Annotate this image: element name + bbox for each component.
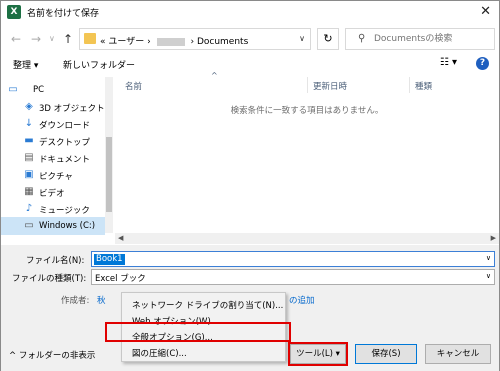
breadcrumb-overflow[interactable]: « [100,37,106,47]
pc-icon: ▭ [8,84,18,95]
video-icon: ▦ [24,186,34,197]
help-icon[interactable]: ? [476,57,489,70]
document-icon: ▤ [24,152,34,163]
column-header-type[interactable]: 種類 [415,80,432,92]
search-input[interactable] [374,32,489,46]
recent-dropdown-icon[interactable]: ∨ [49,34,55,43]
breadcrumb-separator: › [190,37,195,47]
nav-item-pc[interactable]: ▭ PC [1,81,105,99]
nav-item-label: ドキュメント [39,155,91,165]
chevron-up-icon: ^ [9,351,17,361]
nav-item-label: デスクトップ [39,138,91,148]
nav-item-documents[interactable]: ▤ ドキュメント [1,149,105,167]
nav-item-label: PC [33,85,45,95]
author-label: 作成者: [61,296,90,306]
back-arrow-icon[interactable]: ← [11,32,21,46]
scrollbar-thumb[interactable] [106,137,112,212]
horizontal-scrollbar[interactable]: ◀ ▶ [115,233,499,244]
breadcrumb-documents[interactable]: Documents [197,37,248,47]
filetype-value: Excel ブック [95,274,146,284]
nav-item-music[interactable]: ♪ ミュージック [1,200,105,218]
nav-item-label: ピクチャ [39,172,73,182]
save-as-dialog: X 名前を付けて保存 ✕ ← → ∨ ↑ « ユーザー › › Document… [0,0,500,371]
chevron-down-icon[interactable]: ∨ [299,34,305,43]
author-value[interactable]: 秋 [97,294,106,306]
nav-scrollbar[interactable] [105,77,113,233]
hide-folders-toggle[interactable]: ^ フォルダーの非表示 [9,349,95,361]
nav-item-videos[interactable]: ▦ ビデオ [1,183,105,201]
add-tag-link[interactable]: の追加 [289,294,315,306]
view-options-icon[interactable]: ☷ ▾ [440,57,457,68]
nav-item-windows-c[interactable]: ▭ Windows (C:) [1,217,105,235]
forward-arrow-icon[interactable]: → [31,32,41,46]
nav-item-label: Windows (C:) [39,221,96,231]
sort-up-icon: ^ [211,71,218,80]
nav-item-label: ダウンロード [39,121,91,131]
search-icon: ⚲ [358,33,366,44]
filetype-select[interactable]: Excel ブック ∨ [91,269,495,285]
nav-item-downloads[interactable]: ↓ ダウンロード [1,115,105,133]
refresh-button[interactable]: ↻ [317,28,339,50]
title-bar: X 名前を付けて保存 ✕ [1,1,499,23]
close-button[interactable]: ✕ [480,4,491,19]
drive-icon: ▭ [24,220,34,231]
filetype-label: ファイルの種類(T): [12,274,87,284]
empty-message: 検索条件に一致する項目はありません。 [230,106,384,116]
organize-button[interactable]: 整理 ▾ [13,58,38,71]
download-icon: ↓ [24,118,34,129]
folder-icon [84,33,96,44]
column-header-modified[interactable]: 更新日時 [313,80,347,92]
nav-item-desktop[interactable]: ▬ デスクトップ [1,132,105,150]
chevron-down-icon[interactable]: ∨ [486,254,491,262]
toolbar: 整理 ▾ 新しいフォルダー ☷ ▾ ? [1,54,499,74]
nav-item-label: 3D オブジェクト [39,104,105,114]
new-folder-button[interactable]: 新しいフォルダー [63,58,135,71]
chevron-down-icon[interactable]: ∨ [486,272,491,280]
search-box[interactable]: ⚲ [345,28,495,50]
pictures-icon: ▣ [24,169,34,180]
filename-label: ファイル名(N): [26,256,85,266]
desktop-icon: ▬ [24,135,34,146]
scroll-left-icon[interactable]: ◀ [118,234,123,242]
nav-item-3d-objects[interactable]: ◈ 3D オブジェクト [1,98,105,116]
nav-item-label: ビデオ [39,189,65,199]
music-icon: ♪ [25,203,33,214]
breadcrumb-users[interactable]: ユーザー [108,37,144,47]
file-list: 名前 ^ 更新日時 種類 検索条件に一致する項目はありません。 [115,71,499,233]
filename-value[interactable]: Book1 [94,254,125,265]
scroll-right-icon[interactable]: ▶ [491,234,496,242]
column-header-name[interactable]: 名前 [125,80,142,92]
up-arrow-icon[interactable]: ↑ [63,32,73,46]
breadcrumb-separator: › [147,37,151,47]
address-bar[interactable]: « ユーザー › › Documents ∨ [79,28,311,50]
nav-item-label: ミュージック [39,206,90,216]
filename-field[interactable]: Book1 ∨ [91,251,495,267]
hide-folders-label: フォルダーの非表示 [18,351,96,361]
blurred-username [156,37,185,46]
nav-item-pictures[interactable]: ▣ ピクチャ [1,166,105,184]
column-separator [307,77,308,93]
breadcrumb: « ユーザー › › Documents [100,34,248,47]
window-title: 名前を付けて保存 [27,9,100,19]
highlight-tools-button [288,342,348,366]
menu-item-compress-pictures[interactable]: 図の圧縮(C)... [122,344,285,360]
3d-objects-icon: ◈ [25,101,33,112]
highlight-general-options [105,322,291,342]
menu-item-map-network-drive[interactable]: ネットワーク ドライブの割り当て(N)... [122,296,285,312]
excel-icon: X [7,5,21,19]
column-separator [409,77,410,93]
save-button[interactable]: 保存(S) [355,344,417,364]
navigation-pane: ▭ PC ◈ 3D オブジェクト ↓ ダウンロード ▬ デスクトップ ▤ ドキュ… [1,77,113,235]
cancel-button[interactable]: キャンセル [425,344,491,364]
address-row: ← → ∨ ↑ « ユーザー › › Documents ∨ ↻ ⚲ [1,25,499,53]
